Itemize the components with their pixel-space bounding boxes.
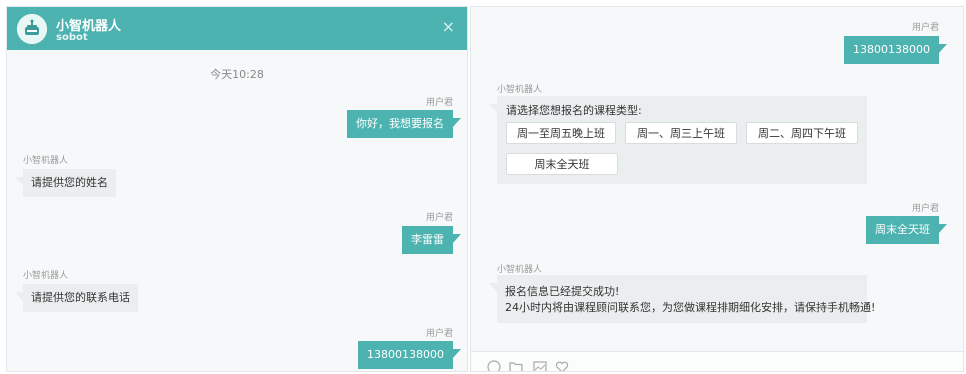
- sender-label: 用户君: [425, 329, 453, 339]
- user-message-bubble: 13800138000: [844, 36, 947, 64]
- chat-window-left: 小智机器人 sobot × 今天10:28 用户君 你好，我想要报名 小智机器人…: [6, 6, 468, 372]
- folder-icon[interactable]: [509, 360, 523, 372]
- bot-message-bubble: 请提供您的姓名: [15, 169, 116, 197]
- sender-label: 用户君: [425, 213, 453, 223]
- sender-label: 用户君: [911, 23, 939, 33]
- user-message-bubble: 你好，我想要报名: [347, 110, 461, 138]
- success-line-2: 24小时内将由课程顾问联系您，为您做课程排期细化安排，请保持手机畅通!: [505, 301, 876, 314]
- option-mon-wed-morning[interactable]: 周一、周三上午班: [625, 122, 737, 144]
- image-icon[interactable]: [533, 360, 547, 372]
- option-weekend-fullday[interactable]: 周末全天班: [506, 153, 618, 175]
- user-message-bubble: 13800138000: [358, 341, 461, 369]
- sender-label: 小智机器人: [23, 156, 69, 166]
- close-icon[interactable]: ×: [442, 19, 455, 35]
- heart-icon[interactable]: [555, 360, 569, 372]
- course-choice-card: 请选择您想报名的课程类型: 周一至周五晚上班 周一、周三上午班 周二、周四下午班…: [489, 96, 867, 184]
- bot-success-message: 报名信息已经提交成功! 24小时内将由课程顾问联系您，为您做课程排期细化安排，请…: [489, 275, 875, 323]
- timestamp: 今天10:28: [210, 68, 264, 81]
- robot-avatar-icon: [17, 14, 47, 44]
- user-message-bubble: 周末全天班: [866, 216, 947, 244]
- emoji-icon[interactable]: [487, 360, 501, 372]
- chat-header: 小智机器人 sobot ×: [7, 7, 467, 50]
- bot-subtitle: sobot: [56, 32, 88, 43]
- option-tue-thu-afternoon[interactable]: 周二、周四下午班: [746, 122, 858, 144]
- bot-message-bubble: 请提供您的联系电话: [15, 284, 138, 312]
- sender-label: 用户君: [911, 204, 939, 214]
- success-line-1: 报名信息已经提交成功!: [505, 285, 620, 298]
- input-toolbar: [471, 351, 963, 372]
- option-weekday-evening[interactable]: 周一至周五晚上班: [506, 122, 616, 144]
- user-message-bubble: 李雷雷: [402, 226, 461, 254]
- chat-window-right: 用户君 13800138000 小智机器人 请选择您想报名的课程类型: 周一至周…: [470, 6, 964, 372]
- course-question: 请选择您想报名的课程类型:: [506, 104, 642, 117]
- sender-label: 用户君: [425, 98, 453, 108]
- sender-label: 小智机器人: [497, 265, 543, 275]
- sender-label: 小智机器人: [23, 271, 69, 281]
- sender-label: 小智机器人: [497, 85, 543, 95]
